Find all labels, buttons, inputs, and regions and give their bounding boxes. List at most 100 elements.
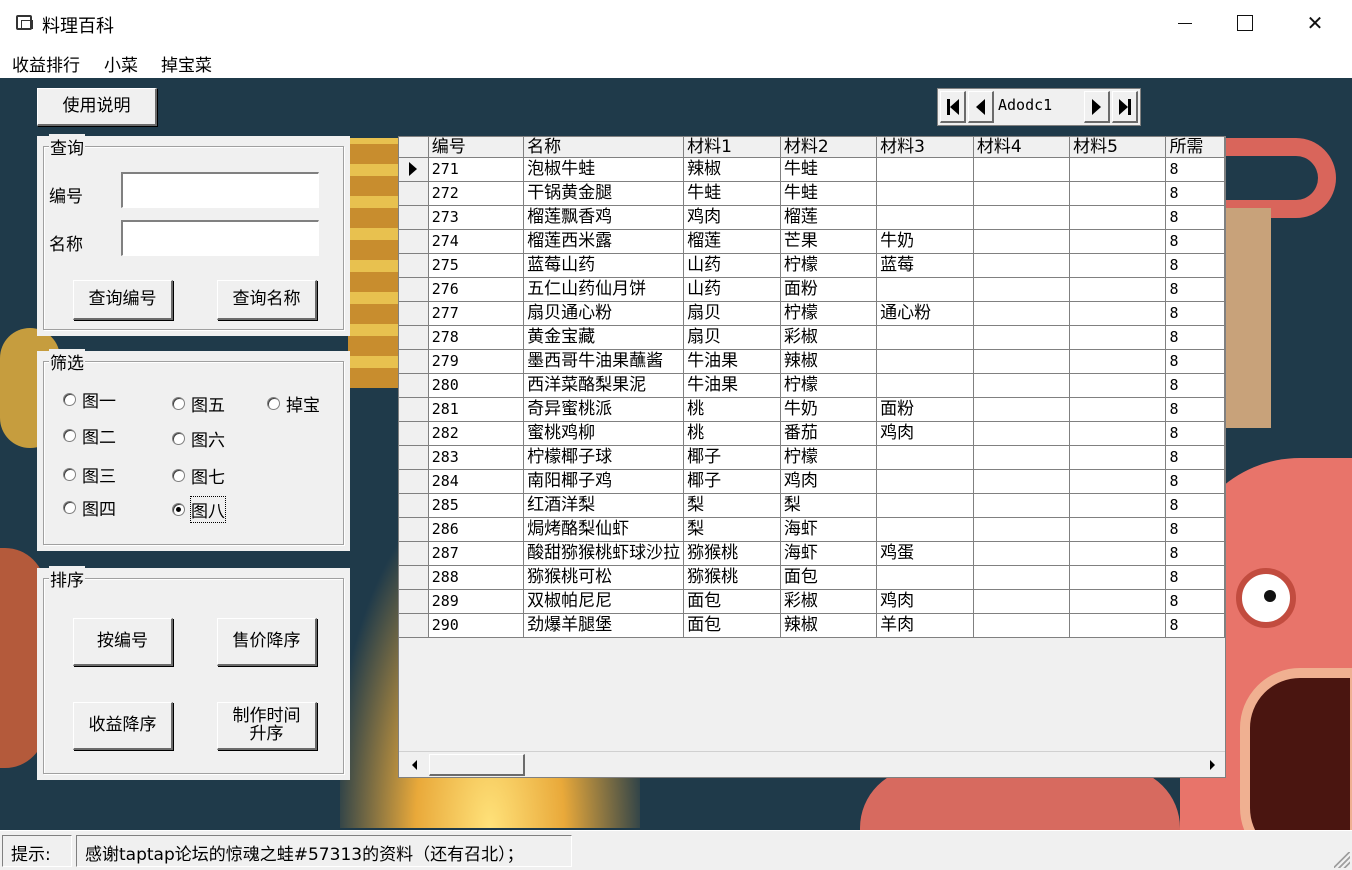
table-cell[interactable] xyxy=(1069,373,1167,398)
table-cell[interactable] xyxy=(973,373,1071,398)
row-selector[interactable] xyxy=(399,397,429,422)
table-cell[interactable]: 面粉 xyxy=(876,397,974,422)
table-cell[interactable] xyxy=(973,277,1071,302)
row-selector[interactable] xyxy=(399,541,429,566)
resize-grip-icon[interactable] xyxy=(1334,852,1350,868)
filter-radio-3[interactable]: 图三 xyxy=(63,462,116,487)
recipe-grid[interactable]: 编号 名称 材料1 材料2 材料3 材料4 材料5 所需 271 泡椒牛蛙 辣椒 牛蛙 8 272 干锅黄… xyxy=(398,136,1226,778)
table-cell[interactable]: 289 xyxy=(428,589,525,614)
table-cell[interactable] xyxy=(876,181,974,206)
scroll-left-button[interactable] xyxy=(403,754,425,776)
table-cell[interactable]: 辣椒 xyxy=(683,157,781,182)
table-cell[interactable]: 扇贝 xyxy=(683,325,781,350)
table-row[interactable]: 281 奇异蜜桃派桃牛奶 面粉 8 xyxy=(399,397,1225,422)
table-cell[interactable]: 8 xyxy=(1165,565,1225,590)
table-cell[interactable]: 280 xyxy=(428,373,525,398)
row-selector[interactable] xyxy=(399,157,429,182)
table-cell[interactable]: 红酒洋梨 xyxy=(523,493,685,518)
table-row[interactable]: 279 墨西哥牛油果蘸酱 牛油果 辣椒 8 xyxy=(399,349,1225,374)
table-cell[interactable]: 287 xyxy=(428,541,525,566)
table-row[interactable]: 280 西洋菜酪梨果泥 牛油果 柠檬 8 xyxy=(399,373,1225,398)
table-cell[interactable] xyxy=(1069,469,1167,494)
close-button[interactable]: ✕ xyxy=(1292,0,1338,46)
table-cell[interactable]: 干锅黄金腿 xyxy=(523,181,685,206)
query-id-button[interactable]: 查询编号 xyxy=(73,280,173,320)
table-cell[interactable]: 8 xyxy=(1165,445,1225,470)
table-cell[interactable]: 牛油果 xyxy=(683,349,781,374)
table-row[interactable]: 289 双椒帕尼尼 面包 彩椒 鸡肉 8 xyxy=(399,589,1225,614)
table-cell[interactable]: 面包 xyxy=(683,613,781,638)
table-row[interactable]: 283 柠檬椰子球 椰子 柠檬 8 xyxy=(399,445,1225,470)
table-cell[interactable]: 辣椒 xyxy=(780,349,878,374)
table-cell[interactable] xyxy=(1069,517,1167,542)
filter-radio-5[interactable]: 图五 xyxy=(172,391,225,416)
table-cell[interactable]: 奇异蜜桃派 xyxy=(523,397,685,422)
table-cell[interactable]: 牛奶 xyxy=(780,397,878,422)
row-selector[interactable] xyxy=(399,493,429,518)
table-cell[interactable]: 双椒帕尼尼 xyxy=(523,589,685,614)
table-cell[interactable] xyxy=(1069,349,1167,374)
table-cell[interactable]: 牛蛙 xyxy=(780,157,878,182)
table-cell[interactable]: 8 xyxy=(1165,157,1225,182)
column-header[interactable]: 名称 xyxy=(523,137,685,158)
row-selector[interactable] xyxy=(399,181,429,206)
table-cell[interactable]: 榴莲 xyxy=(780,205,878,230)
table-cell[interactable]: 辣椒 xyxy=(780,613,878,638)
table-cell[interactable] xyxy=(1069,229,1167,254)
table-cell[interactable] xyxy=(1069,541,1167,566)
table-cell[interactable]: 8 xyxy=(1165,421,1225,446)
table-cell[interactable]: 猕猴桃可松 xyxy=(523,565,685,590)
table-cell[interactable] xyxy=(876,373,974,398)
filter-radio-8[interactable]: 图八 xyxy=(172,496,226,523)
table-cell[interactable]: 劲爆羊腿堡 xyxy=(523,613,685,638)
table-cell[interactable]: 柠檬 xyxy=(780,445,878,470)
table-cell[interactable]: 鸡肉 xyxy=(876,421,974,446)
table-cell[interactable]: 南阳椰子鸡 xyxy=(523,469,685,494)
table-cell[interactable] xyxy=(1069,157,1167,182)
column-header[interactable]: 材料1 xyxy=(683,137,781,158)
id-input[interactable] xyxy=(121,172,319,208)
table-row[interactable]: 284 南阳椰子鸡 椰子 鸡肉 8 xyxy=(399,469,1225,494)
sort-by-id-button[interactable]: 按编号 xyxy=(73,618,173,666)
table-cell[interactable] xyxy=(876,493,974,518)
table-cell[interactable] xyxy=(1069,445,1167,470)
sort-time-asc-button[interactable]: 制作时间 升序 xyxy=(217,702,317,750)
table-cell[interactable]: 柠檬 xyxy=(780,301,878,326)
filter-radio-2[interactable]: 图二 xyxy=(63,423,116,448)
table-cell[interactable]: 279 xyxy=(428,349,525,374)
table-cell[interactable]: 榴莲西米露 xyxy=(523,229,685,254)
table-cell[interactable]: 牛油果 xyxy=(683,373,781,398)
table-cell[interactable] xyxy=(876,445,974,470)
table-cell[interactable]: 277 xyxy=(428,301,525,326)
table-cell[interactable] xyxy=(973,445,1071,470)
table-cell[interactable]: 8 xyxy=(1165,349,1225,374)
filter-radio-4[interactable]: 图四 xyxy=(63,495,116,520)
table-cell[interactable] xyxy=(1069,253,1167,278)
table-cell[interactable] xyxy=(876,565,974,590)
table-row[interactable]: 276 五仁山药仙月饼 山药 面粉 8 xyxy=(399,277,1225,302)
table-cell[interactable] xyxy=(1069,181,1167,206)
table-cell[interactable]: 桃 xyxy=(683,397,781,422)
row-selector[interactable] xyxy=(399,253,429,278)
filter-radio-drop[interactable]: 掉宝 xyxy=(267,391,320,416)
row-selector[interactable] xyxy=(399,517,429,542)
table-cell[interactable] xyxy=(876,277,974,302)
table-cell[interactable]: 8 xyxy=(1165,493,1225,518)
table-cell[interactable]: 275 xyxy=(428,253,525,278)
table-cell[interactable] xyxy=(973,421,1071,446)
table-row[interactable]: 288 猕猴桃可松 猕猴桃 面包 8 xyxy=(399,565,1225,590)
table-cell[interactable] xyxy=(876,517,974,542)
table-cell[interactable]: 8 xyxy=(1165,373,1225,398)
prev-record-button[interactable] xyxy=(968,91,994,123)
table-cell[interactable] xyxy=(973,349,1071,374)
table-cell[interactable]: 扇贝通心粉 xyxy=(523,301,685,326)
table-cell[interactable]: 椰子 xyxy=(683,469,781,494)
sort-profit-desc-button[interactable]: 收益降序 xyxy=(73,702,173,750)
row-selector[interactable] xyxy=(399,325,429,350)
table-cell[interactable]: 面粉 xyxy=(780,277,878,302)
maximize-button[interactable] xyxy=(1222,0,1268,46)
table-cell[interactable]: 286 xyxy=(428,517,525,542)
table-cell[interactable]: 榴莲 xyxy=(683,229,781,254)
row-selector[interactable] xyxy=(399,565,429,590)
table-row[interactable]: 273 榴莲飘香鸡 鸡肉 榴莲 8 xyxy=(399,205,1225,230)
